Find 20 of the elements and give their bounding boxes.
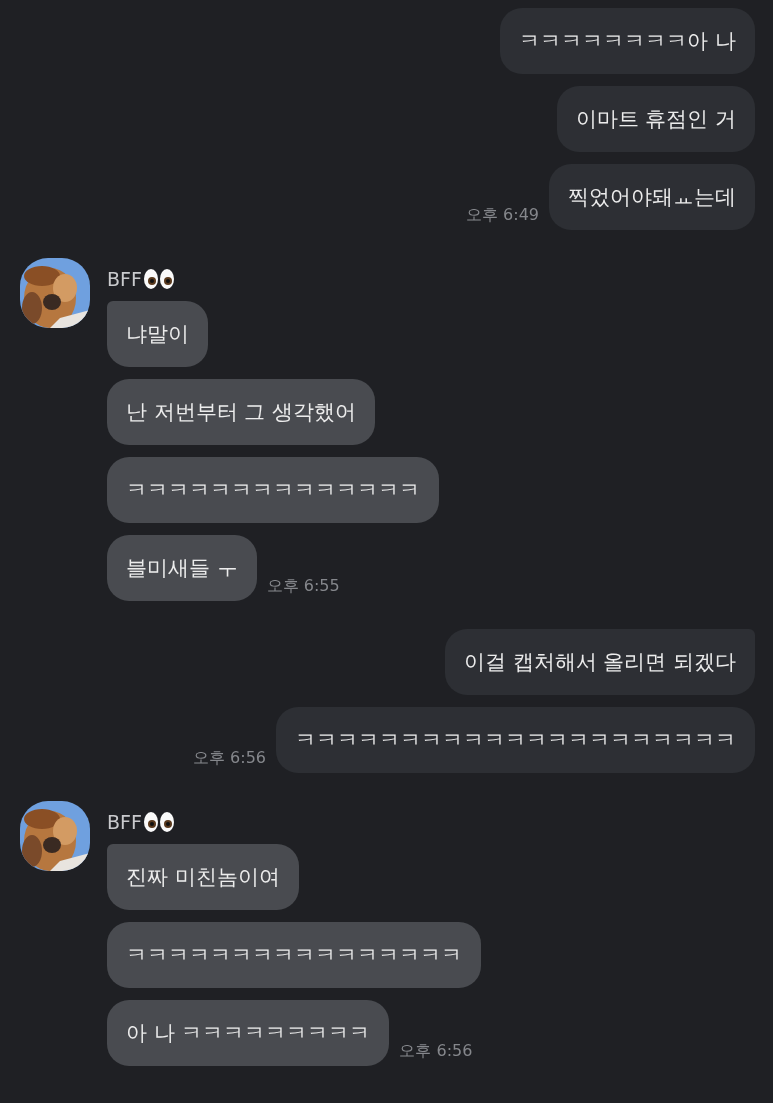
- message-time: 오후 6:49: [466, 205, 539, 226]
- message-bubble: ㅋㅋㅋㅋㅋㅋㅋㅋㅋㅋㅋㅋㅋㅋ: [107, 457, 439, 523]
- message-time: 오후 6:56: [193, 748, 266, 769]
- message-bubble: ㅋㅋㅋㅋㅋㅋㅋㅋ아 나: [500, 8, 755, 74]
- message-bubble: 난 저번부터 그 생각했어: [107, 379, 376, 445]
- eyes-icon: [142, 811, 175, 833]
- message-time: 오후 6:55: [266, 576, 340, 597]
- message-bubble: 아 나 ㅋㅋㅋㅋㅋㅋㅋㅋㅋ: [107, 1000, 390, 1066]
- message-bubble: 냐말이: [107, 301, 208, 367]
- message-bubble: 찍었어야돼ㅛ는데: [549, 164, 755, 230]
- sender-name: BFF: [107, 268, 142, 290]
- message-bubble: 이마트 휴점인 거: [556, 86, 755, 152]
- eyes-icon: [142, 268, 175, 290]
- message-time: 오후 6:56: [399, 1041, 473, 1062]
- message-bubble: 블미새들 ㅜ: [107, 535, 257, 601]
- message-bubble: 이걸 캡처해서 올리면 되겠다: [444, 629, 755, 695]
- message-bubble: ㅋㅋㅋㅋㅋㅋㅋㅋㅋㅋㅋㅋㅋㅋㅋㅋ: [107, 922, 481, 988]
- message-bubble: 진짜 미친놈이여: [107, 844, 299, 910]
- message-bubble: ㅋㅋㅋㅋㅋㅋㅋㅋㅋㅋㅋㅋㅋㅋㅋㅋㅋㅋㅋㅋㅋ: [276, 707, 755, 773]
- sender-name: BFF: [107, 811, 142, 833]
